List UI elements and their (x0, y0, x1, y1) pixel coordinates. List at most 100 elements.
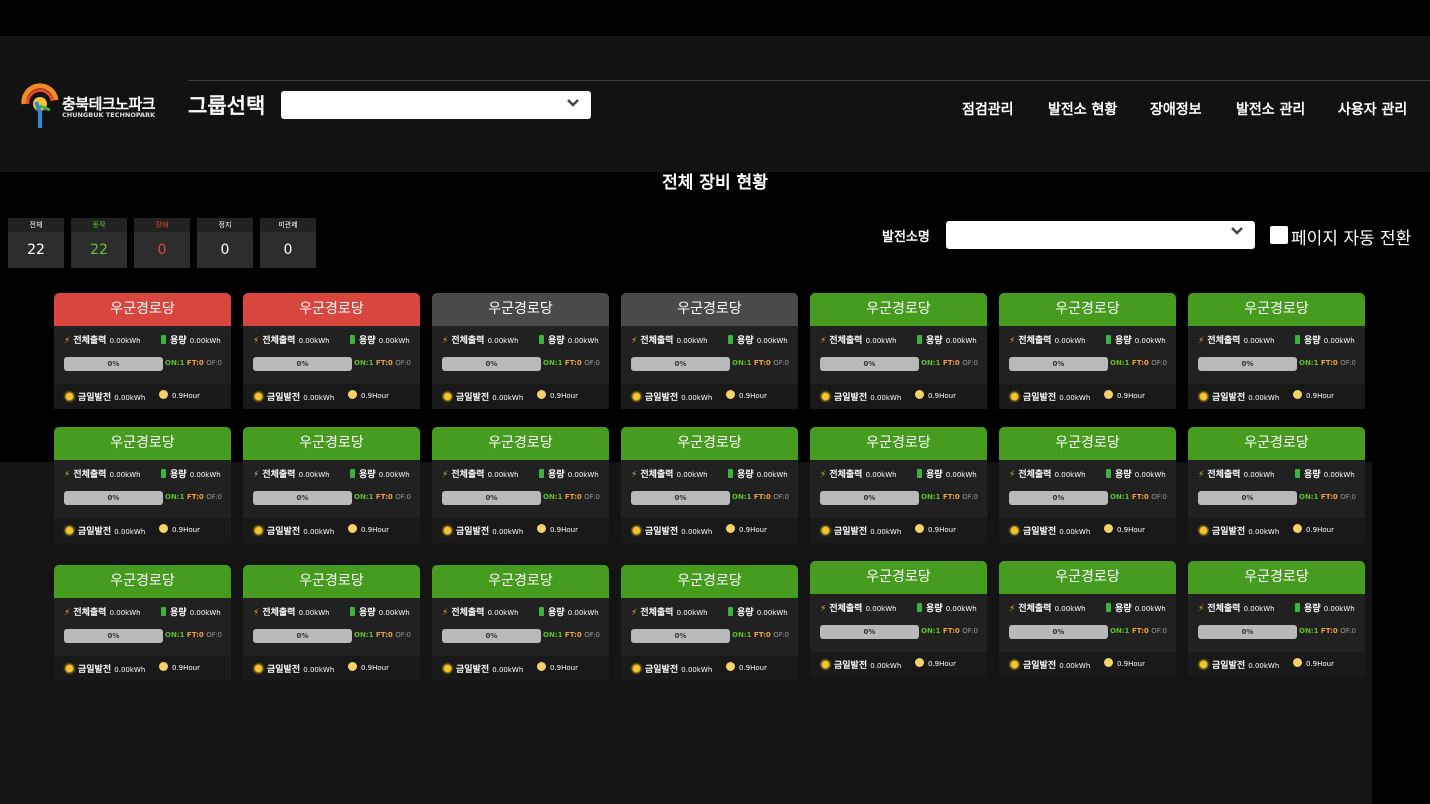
on-count: ON:1 (354, 493, 374, 501)
plant-card[interactable]: 우군경로당 ⚡ 전체출력 0.00kWh 용량 0.00kWh 0% ON:1 FT:0 … (810, 293, 987, 409)
total-output-label: 전체출력 (640, 470, 674, 480)
stat-value: 0 (197, 233, 253, 268)
off-count: OF:0 (206, 631, 223, 639)
on-count: ON:1 (165, 493, 185, 501)
on-count: ON:1 (1299, 493, 1319, 501)
fault-count: FT:0 (753, 631, 771, 639)
off-count: OF:0 (395, 359, 412, 367)
total-output-value: 0.00kWh (298, 471, 330, 479)
battery-icon (917, 335, 922, 344)
plant-card[interactable]: 우군경로당 ⚡ 전체출력 0.00kWh 용량 0.00kWh 0% ON:1 FT:0 … (432, 427, 609, 543)
stat-label: 미관제 (260, 218, 316, 232)
chevron-down-icon (567, 99, 579, 107)
on-count: ON:1 (165, 631, 185, 639)
plant-card-title: 우군경로당 (999, 561, 1176, 594)
plant-card[interactable]: 우군경로당 ⚡ 전체출력 0.00kWh 용량 0.00kWh 0% ON:1 FT:0 … (54, 427, 231, 543)
capacity-label: 용량 (1304, 470, 1321, 480)
capacity-label: 용량 (737, 336, 754, 346)
capacity-value: 0.00kWh (756, 337, 788, 345)
battery-icon (539, 335, 544, 344)
plant-card[interactable]: 우군경로당 ⚡ 전체출력 0.00kWh 용량 0.00kWh 0% ON:1 FT:0 … (1188, 293, 1365, 409)
plant-card[interactable]: 우군경로당 ⚡ 전체출력 0.00kWh 용량 0.00kWh 0% ON:1 FT:0 … (432, 293, 609, 409)
fault-count: FT:0 (753, 359, 771, 367)
plant-card[interactable]: 우군경로당 ⚡ 전체출력 0.00kWh 용량 0.00kWh 0% ON:1 FT:0 … (810, 561, 987, 677)
plant-card[interactable]: 우군경로당 ⚡ 전체출력 0.00kWh 용량 0.00kWh 0% ON:1 FT:0 … (54, 565, 231, 681)
on-count: ON:1 (543, 493, 563, 501)
plant-card[interactable]: 우군경로당 ⚡ 전체출력 0.00kWh 용량 0.00kWh 0% ON:1 FT:0 … (999, 427, 1176, 543)
plant-card[interactable]: 우군경로당 ⚡ 전체출력 0.00kWh 용량 0.00kWh 0% ON:1 FT:0 … (54, 293, 231, 409)
plant-card[interactable]: 우군경로당 ⚡ 전체출력 0.00kWh 용량 0.00kWh 0% ON:1 FT:0 … (621, 427, 798, 543)
lightning-icon: ⚡ (253, 608, 260, 618)
lightning-icon: ⚡ (820, 470, 827, 480)
today-generation-label: 금일발전 (1023, 527, 1057, 537)
technopark-logo-icon (21, 83, 59, 128)
total-output-label: 전체출력 (640, 336, 674, 346)
plant-name-label: 발전소명 (882, 230, 930, 245)
plant-card[interactable]: 우군경로당 ⚡ 전체출력 0.00kWh 용량 0.00kWh 0% ON:1 FT:0 … (810, 427, 987, 543)
total-output-value: 0.00kWh (109, 337, 141, 345)
total-output-value: 0.00kWh (676, 609, 708, 617)
nav-plant-status[interactable]: 발전소 현황 (1048, 99, 1117, 119)
stat-running[interactable]: 동작 22 (71, 218, 127, 268)
capacity-label: 용량 (737, 608, 754, 618)
generation-hours: 0.9Hour (1117, 392, 1145, 400)
on-count: ON:1 (543, 631, 563, 639)
clock-icon (159, 390, 168, 399)
lightning-icon: ⚡ (1009, 604, 1016, 614)
plant-card[interactable]: 우군경로당 ⚡ 전체출력 0.00kWh 용량 0.00kWh 0% ON:1 FT:0 … (999, 293, 1176, 409)
nav-user-management[interactable]: 사용자 관리 (1338, 99, 1407, 119)
nav-fault-info[interactable]: 장애정보 (1150, 99, 1202, 119)
battery-icon (1295, 469, 1300, 478)
progress-bar: 0% (1198, 491, 1297, 505)
today-generation-value: 0.00kWh (303, 528, 335, 536)
battery-icon (1106, 603, 1111, 612)
stat-stopped[interactable]: 정지 0 (197, 218, 253, 268)
sun-icon (633, 665, 640, 672)
capacity-value: 0.00kWh (1134, 471, 1166, 479)
off-count: OF:0 (773, 631, 790, 639)
plant-card[interactable]: 우군경로당 ⚡ 전체출력 0.00kWh 용량 0.00kWh 0% ON:1 FT:0 … (621, 293, 798, 409)
plant-card[interactable]: 우군경로당 ⚡ 전체출력 0.00kWh 용량 0.00kWh 0% ON:1 FT:0 … (999, 561, 1176, 677)
today-generation-value: 0.00kWh (114, 528, 146, 536)
plant-card[interactable]: 우군경로당 ⚡ 전체출력 0.00kWh 용량 0.00kWh 0% ON:1 FT:0 … (1188, 427, 1365, 543)
plant-card[interactable]: 우군경로당 ⚡ 전체출력 0.00kWh 용량 0.00kWh 0% ON:1 FT:0 … (432, 565, 609, 681)
fault-count: FT:0 (1320, 627, 1338, 635)
stat-label: 전체 (8, 218, 64, 232)
capacity-label: 용량 (1115, 336, 1132, 346)
today-generation-label: 금일발전 (645, 665, 679, 675)
stat-unmonitored[interactable]: 미관제 0 (260, 218, 316, 268)
progress-bar: 0% (631, 491, 730, 505)
total-output-value: 0.00kWh (1054, 471, 1086, 479)
off-count: OF:0 (962, 627, 979, 635)
auto-page-switch-checkbox[interactable] (1270, 226, 1288, 244)
battery-icon (539, 469, 544, 478)
logo[interactable]: 충북테크노파크 CHUNGBUK TECHNOPARK (20, 82, 170, 130)
clock-icon (537, 390, 546, 399)
group-select-dropdown[interactable] (281, 91, 591, 119)
clock-icon (915, 390, 924, 399)
plant-card[interactable]: 우군경로당 ⚡ 전체출력 0.00kWh 용량 0.00kWh 0% ON:1 FT:0 … (621, 565, 798, 681)
nav-plant-management[interactable]: 발전소 관리 (1236, 99, 1305, 119)
plant-card[interactable]: 우군경로당 ⚡ 전체출력 0.00kWh 용량 0.00kWh 0% ON:1 FT:0 … (243, 565, 420, 681)
generation-hours: 0.9Hour (739, 526, 767, 534)
plant-card-title: 우군경로당 (621, 427, 798, 460)
stat-fault[interactable]: 장애 0 (134, 218, 190, 268)
progress-bar: 0% (64, 629, 163, 643)
lightning-icon: ⚡ (64, 470, 71, 480)
plant-name-select[interactable] (946, 221, 1255, 249)
plant-card[interactable]: 우군경로당 ⚡ 전체출력 0.00kWh 용량 0.00kWh 0% ON:1 FT:0 … (243, 293, 420, 409)
on-count: ON:1 (921, 627, 941, 635)
progress-bar: 0% (1009, 357, 1108, 371)
plant-card[interactable]: 우군경로당 ⚡ 전체출력 0.00kWh 용량 0.00kWh 0% ON:1 FT:0 … (243, 427, 420, 543)
nav-inspection[interactable]: 점검관리 (962, 99, 1014, 119)
stat-total[interactable]: 전체 22 (8, 218, 64, 268)
total-output-value: 0.00kWh (1243, 471, 1275, 479)
total-output-label: 전체출력 (451, 336, 485, 346)
plant-card[interactable]: 우군경로당 ⚡ 전체출력 0.00kWh 용량 0.00kWh 0% ON:1 FT:0 … (1188, 561, 1365, 677)
capacity-label: 용량 (359, 608, 376, 618)
clock-icon (726, 524, 735, 533)
on-count: ON:1 (732, 359, 752, 367)
clock-icon (348, 662, 357, 671)
lightning-icon: ⚡ (631, 470, 638, 480)
today-generation-label: 금일발전 (645, 393, 679, 403)
